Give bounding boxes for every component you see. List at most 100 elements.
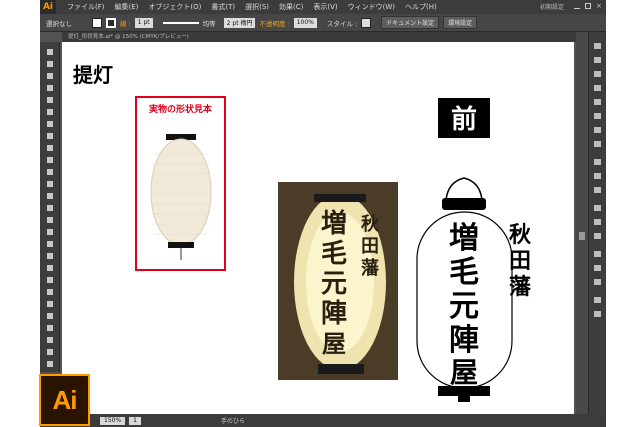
paragraph-panel-icon[interactable] (593, 264, 602, 272)
sample-caption: 実物の形状見本 (149, 103, 213, 115)
navigator-panel-icon[interactable] (593, 310, 602, 318)
page-heading: 提灯 (73, 63, 113, 87)
brushes-panel-icon[interactable] (593, 70, 602, 78)
menu-help[interactable]: ヘルプ(H) (400, 2, 442, 12)
selection-tool-icon[interactable] (46, 48, 54, 56)
selection-status: 選択なし (46, 19, 72, 28)
opacity-label: 不透明度 : (259, 19, 290, 28)
gradient-panel-icon[interactable] (593, 112, 602, 120)
svg-text:元: 元 (321, 269, 347, 299)
status-bar: 150% 1 手のひら (40, 414, 606, 427)
swatches-panel-icon[interactable] (593, 56, 602, 64)
blend-tool-icon[interactable] (46, 300, 54, 308)
mesh-tool-icon[interactable] (46, 264, 54, 272)
menu-view[interactable]: 表示(V) (308, 2, 342, 12)
graphic-styles-panel-icon[interactable] (593, 158, 602, 166)
svg-text:藩: 藩 (361, 257, 380, 279)
free-transform-tool-icon[interactable] (46, 228, 54, 236)
color-panel-icon[interactable] (593, 42, 602, 50)
type-tool-icon[interactable] (46, 108, 54, 116)
artboard-number-field[interactable]: 1 (129, 416, 141, 425)
menu-bar: Ai ファイル(F) 編集(E) オブジェクト(O) 書式(T) 選択(S) 効… (40, 0, 606, 14)
symbol-sprayer-tool-icon[interactable] (46, 312, 54, 320)
pathfinder-panel-icon[interactable] (593, 232, 602, 240)
eraser-tool-icon[interactable] (46, 180, 54, 188)
symbols-panel-icon[interactable] (593, 84, 602, 92)
appearance-panel-icon[interactable] (593, 140, 602, 148)
opentype-panel-icon[interactable] (593, 278, 602, 286)
graphic-style-swatch[interactable] (361, 17, 372, 28)
rotate-tool-icon[interactable] (46, 192, 54, 200)
brush-definition-field[interactable]: 2 pt 楕円 (223, 17, 256, 28)
pen-tool-icon[interactable] (46, 96, 54, 104)
svg-text:秋: 秋 (509, 223, 532, 248)
stroke-swatch[interactable] (106, 17, 116, 28)
panel-dock (588, 32, 606, 414)
svg-text:屋: 屋 (322, 330, 346, 358)
svg-text:陣: 陣 (449, 323, 479, 358)
svg-text:増: 増 (321, 209, 347, 239)
illustrator-logo-badge: Ai (39, 374, 90, 426)
zoom-field[interactable]: 150% (100, 416, 126, 425)
close-icon[interactable]: × (596, 3, 602, 10)
lasso-tool-icon[interactable] (46, 84, 54, 92)
menu-type[interactable]: 書式(T) (206, 2, 240, 12)
front-label: 前 (451, 104, 477, 135)
zoom-tool-icon[interactable] (46, 360, 54, 368)
transparency-panel-icon[interactable] (593, 126, 602, 134)
lantern-main-text: 増 毛 元 陣 屋 (449, 221, 479, 389)
workspace-switcher[interactable]: 初期設定 (540, 2, 564, 11)
magic-wand-tool-icon[interactable] (46, 72, 54, 80)
maximize-icon[interactable] (585, 3, 591, 9)
opacity-field[interactable]: 100% (293, 17, 317, 28)
character-panel-icon[interactable] (593, 250, 602, 258)
document-setup-button[interactable]: ドキュメント設定 (381, 16, 440, 29)
line-tool-icon[interactable] (46, 120, 54, 128)
svg-text:田: 田 (361, 236, 379, 257)
align-panel-icon[interactable] (593, 204, 602, 212)
preferences-button[interactable]: 環境設定 (443, 16, 478, 29)
stroke-profile-icon[interactable] (162, 21, 199, 24)
stroke-profile-label[interactable]: 均等 (203, 18, 216, 28)
scale-tool-icon[interactable] (46, 204, 54, 212)
layers-panel-icon[interactable] (593, 172, 602, 180)
rectangle-tool-icon[interactable] (46, 132, 54, 140)
gradient-tool-icon[interactable] (46, 276, 54, 284)
pencil-tool-icon[interactable] (46, 156, 54, 164)
fill-swatch[interactable] (92, 17, 102, 28)
links-panel-icon[interactable] (593, 296, 602, 304)
perspective-grid-tool-icon[interactable] (46, 252, 54, 260)
hand-tool-icon[interactable] (46, 348, 54, 356)
scroll-thumb[interactable] (579, 232, 585, 240)
shape-builder-tool-icon[interactable] (46, 240, 54, 248)
svg-text:藩: 藩 (509, 274, 532, 300)
artwork: 提灯 実物の形状見本 増 毛 元 陣 屋 秋 田 藩 前 増 毛 元 陣 屋 秋… (73, 63, 532, 402)
width-tool-icon[interactable] (46, 216, 54, 224)
menu-window[interactable]: ウィンドウ(W) (343, 2, 400, 12)
artboard-tool-icon[interactable] (46, 336, 54, 344)
menu-select[interactable]: 選択(S) (240, 2, 274, 12)
menu-effect[interactable]: 効果(C) (274, 2, 308, 12)
svg-text:毛: 毛 (449, 255, 479, 290)
transform-panel-icon[interactable] (593, 218, 602, 226)
app-logo: Ai (40, 0, 56, 14)
document-tab[interactable]: 提灯_形状見本.ai* @ 150% (CMYK/プレビュー) (62, 32, 582, 42)
artboard-canvas[interactable]: 提灯 実物の形状見本 増 毛 元 陣 屋 秋 田 藩 前 増 毛 元 陣 屋 秋… (62, 42, 574, 414)
menu-object[interactable]: オブジェクト(O) (143, 2, 206, 12)
menu-file[interactable]: ファイル(F) (62, 2, 110, 12)
stroke-weight-field[interactable]: 1 pt (134, 17, 153, 28)
minimize-icon[interactable] (574, 3, 580, 9)
stroke-label: 線 : (120, 19, 131, 28)
blob-brush-tool-icon[interactable] (46, 168, 54, 176)
style-label: スタイル : (326, 19, 358, 28)
panel-dock-collapsed (576, 32, 588, 414)
paintbrush-tool-icon[interactable] (46, 144, 54, 152)
tools-panel (40, 42, 60, 372)
current-tool-status[interactable]: 手のひら (221, 416, 245, 425)
direct-selection-tool-icon[interactable] (46, 60, 54, 68)
stroke-panel-icon[interactable] (593, 98, 602, 106)
eyedropper-tool-icon[interactable] (46, 288, 54, 296)
artboards-panel-icon[interactable] (593, 186, 602, 194)
graph-tool-icon[interactable] (46, 324, 54, 332)
menu-edit[interactable]: 編集(E) (110, 2, 144, 12)
